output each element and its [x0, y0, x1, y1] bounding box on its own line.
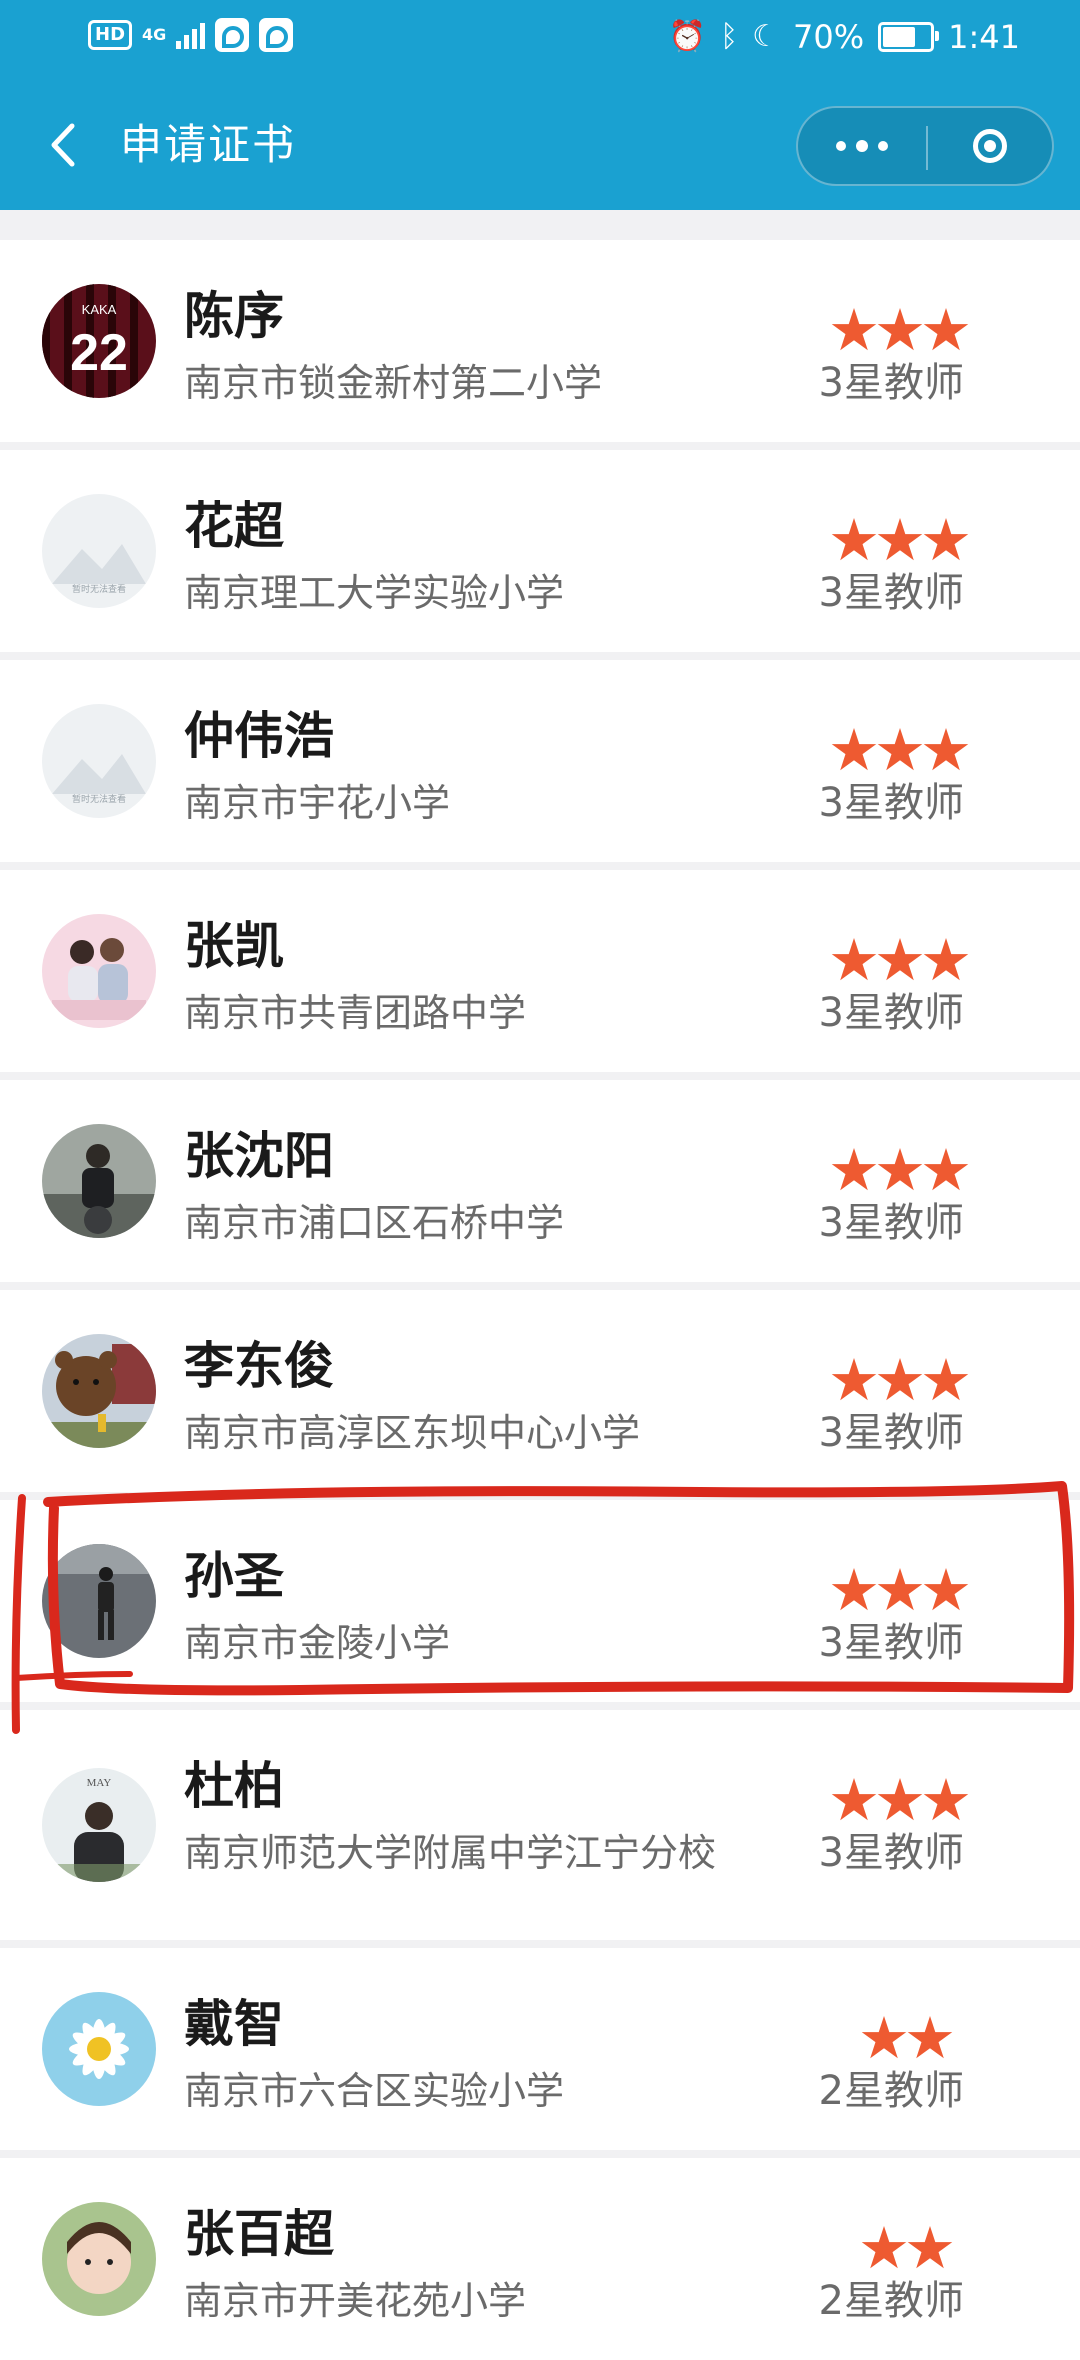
- teacher-school: 南京市开美花苑小学: [184, 2279, 527, 2323]
- teacher-rank: 3星教师: [818, 360, 964, 406]
- star-rating-icon: ★★★: [828, 506, 972, 574]
- teacher-school: 南京市六合区实验小学: [184, 2069, 565, 2113]
- svg-text:暂时无法查看: 暂时无法查看: [72, 793, 126, 805]
- teacher-rank: 2星教师: [818, 2278, 964, 2324]
- teacher-name: 李东俊: [184, 1337, 334, 1395]
- teacher-row[interactable]: 戴智 南京市六合区实验小学 ★★ 2星教师: [0, 1948, 1080, 2150]
- hd-badge: HD: [88, 20, 133, 50]
- avatar: KAKA 22: [42, 284, 156, 398]
- avatar: 暂时无法查看: [42, 494, 156, 608]
- teacher-school: 南京市宇花小学: [184, 781, 451, 825]
- teacher-row[interactable]: 暂时无法查看 仲伟浩 南京市宇花小学 ★★★ 3星教师: [0, 660, 1080, 862]
- mini-program-capsule: [796, 106, 1054, 186]
- star-rating-icon: ★★★: [828, 296, 972, 364]
- chevron-left-icon: [51, 123, 75, 167]
- notification-app-icon: [259, 18, 294, 52]
- navigation-bar: 申请证书: [0, 100, 1080, 190]
- star-rating-icon: ★★★: [828, 716, 972, 784]
- signal-icon: [176, 21, 206, 49]
- teacher-row[interactable]: 张沈阳 南京市浦口区石桥中学 ★★★ 3星教师: [0, 1080, 1080, 1282]
- teacher-rank: 2星教师: [818, 2068, 964, 2114]
- teacher-name: 张凯: [184, 917, 284, 975]
- avatar: 暂时无法查看: [42, 704, 156, 818]
- bear-photo-icon: [42, 1334, 156, 1448]
- avatar: [42, 1334, 156, 1448]
- image-placeholder-icon: 暂时无法查看: [42, 494, 156, 608]
- star-rating-icon: ★★★: [828, 1136, 972, 1204]
- clock: 1:41: [948, 18, 1020, 56]
- teacher-name: 戴智: [184, 1995, 284, 2053]
- teacher-name: 孙圣: [184, 1547, 284, 1605]
- teacher-school: 南京师范大学附属中学江宁分校: [184, 1831, 717, 1875]
- back-button[interactable]: [40, 120, 90, 170]
- teacher-name: 张沈阳: [184, 1127, 334, 1185]
- svg-text:22: 22: [70, 324, 128, 382]
- teacher-rank: 3星教师: [818, 1830, 964, 1876]
- bluetooth-icon: ᛒ: [720, 19, 739, 54]
- field-photo-icon: [42, 1544, 156, 1658]
- teacher-row[interactable]: 孙圣 南京市金陵小学 ★★★ 3星教师: [0, 1500, 1080, 1702]
- svg-text:暂时无法查看: 暂时无法查看: [72, 583, 126, 595]
- avatar: [42, 1544, 156, 1658]
- network-type: 4G: [142, 25, 167, 44]
- teacher-rank: 3星教师: [818, 780, 964, 826]
- teacher-row[interactable]: 暂时无法查看 花超 南京理工大学实验小学 ★★★ 3星教师: [0, 450, 1080, 652]
- jersey-avatar-icon: KAKA 22: [42, 284, 156, 398]
- avatar: [42, 2202, 156, 2316]
- teacher-rank: 3星教师: [818, 990, 964, 1036]
- teacher-row[interactable]: KAKA 22 陈序 南京市锁金新村第二小学 ★★★ 3星教师: [0, 240, 1080, 442]
- status-right: ⏰ ᛒ ☾ 70% 1:41: [669, 18, 1020, 56]
- teacher-school: 南京市浦口区石桥中学: [184, 1201, 565, 1245]
- teacher-rank: 3星教师: [818, 1200, 964, 1246]
- star-rating-icon: ★★: [858, 2004, 956, 2072]
- teacher-school: 南京理工大学实验小学: [184, 571, 565, 615]
- teacher-school: 南京市共青团路中学: [184, 991, 527, 1035]
- more-dots-icon: [836, 141, 846, 151]
- portrait-photo-icon: MAY: [42, 1768, 156, 1882]
- more-button[interactable]: [798, 108, 926, 184]
- teacher-name: 花超: [184, 497, 284, 555]
- teacher-school: 南京市金陵小学: [184, 1621, 451, 1665]
- star-rating-icon: ★★★: [828, 1346, 972, 1414]
- teacher-rank: 3星教师: [818, 570, 964, 616]
- teacher-name: 张百超: [184, 2205, 334, 2263]
- teacher-row[interactable]: 张凯 南京市共青团路中学 ★★★ 3星教师: [0, 870, 1080, 1072]
- teacher-school: 南京市锁金新村第二小学: [184, 361, 603, 405]
- star-rating-icon: ★★★: [828, 1556, 972, 1624]
- teacher-row[interactable]: 张百超 南京市开美花苑小学 ★★ 2星教师: [0, 2158, 1080, 2360]
- avatar: [42, 914, 156, 1028]
- battery-percent: 70%: [793, 18, 865, 56]
- teacher-name: 仲伟浩: [184, 707, 334, 765]
- teacher-name: 杜柏: [184, 1757, 284, 1815]
- app-header: HD 4G ⏰ ᛒ ☾ 70% 1:41 申请证书: [0, 0, 1080, 210]
- image-placeholder-icon: 暂时无法查看: [42, 704, 156, 818]
- teacher-row[interactable]: MAY 杜柏 南京师范大学附属中学江宁分校 ★★★ 3星教师: [0, 1710, 1080, 1940]
- star-rating-icon: ★★: [858, 2214, 956, 2282]
- star-rating-icon: ★★★: [828, 1766, 972, 1834]
- teacher-rank: 3星教师: [818, 1620, 964, 1666]
- daisy-photo-icon: [42, 1992, 156, 2106]
- page-title: 申请证书: [120, 120, 297, 169]
- avatar: MAY: [42, 1768, 156, 1882]
- teacher-row[interactable]: 李东俊 南京市高淳区东坝中心小学 ★★★ 3星教师: [0, 1290, 1080, 1492]
- svg-text:KAKA: KAKA: [82, 302, 117, 317]
- target-circle-icon: [973, 129, 1007, 163]
- status-left: HD 4G: [88, 18, 294, 52]
- couple-photo-icon: [42, 914, 156, 1028]
- child-photo-icon: [42, 2202, 156, 2316]
- person-photo-icon: [42, 1124, 156, 1238]
- teacher-rank: 3星教师: [818, 1410, 964, 1456]
- close-mini-program-button[interactable]: [928, 108, 1052, 184]
- star-rating-icon: ★★★: [828, 926, 972, 994]
- avatar: [42, 1124, 156, 1238]
- teacher-name: 陈序: [184, 287, 284, 345]
- teacher-school: 南京市高淳区东坝中心小学: [184, 1411, 641, 1455]
- svg-text:MAY: MAY: [87, 1777, 112, 1789]
- notification-app-icon: [215, 18, 250, 52]
- status-bar: HD 4G ⏰ ᛒ ☾ 70% 1:41: [0, 0, 1080, 80]
- battery-icon: [878, 22, 940, 52]
- moon-icon: ☾: [752, 19, 780, 54]
- avatar: [42, 1992, 156, 2106]
- alarm-icon: ⏰: [668, 19, 707, 54]
